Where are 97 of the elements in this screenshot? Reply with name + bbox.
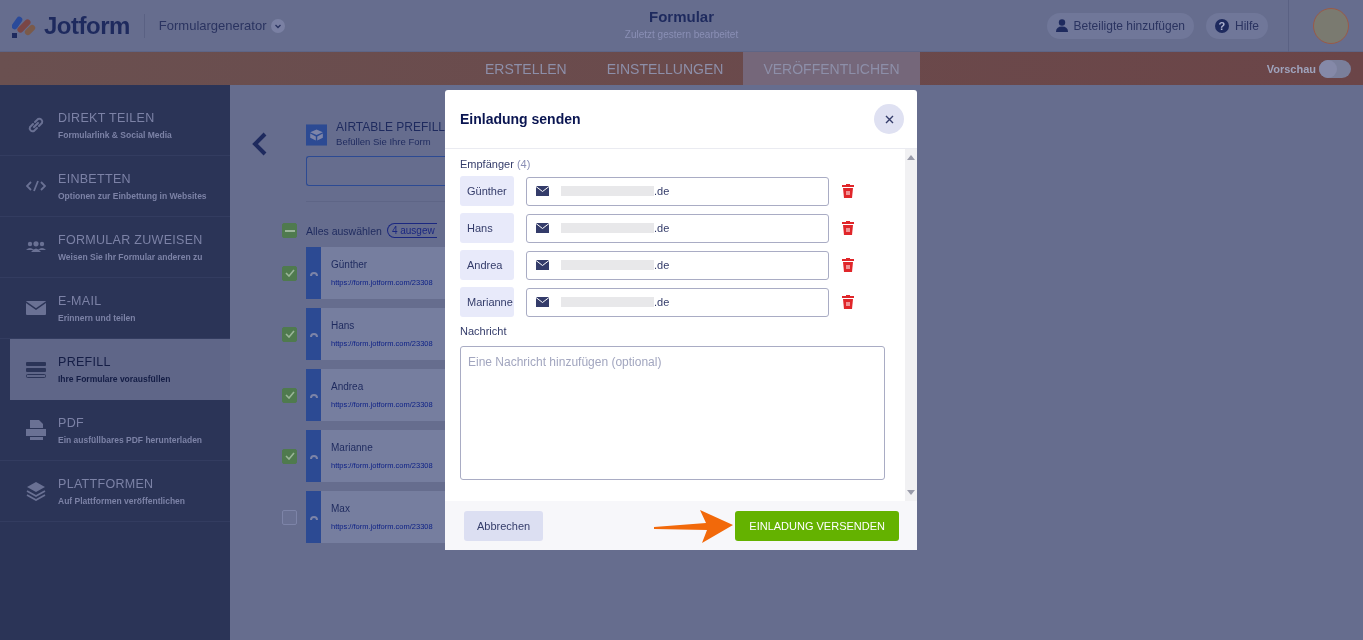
minus-icon	[284, 229, 295, 232]
recipient-name: Andrea	[460, 250, 514, 280]
trash-icon	[842, 184, 854, 198]
message-field[interactable]: Eine Nachricht hinzufügen (optional)	[460, 346, 885, 480]
recipient-name: Marianne	[460, 287, 514, 317]
preview-label: Vorschau	[1266, 62, 1316, 75]
dialog-title: Einladung senden	[460, 111, 581, 127]
sidebar-item-title: DIREKT TEILEN	[58, 110, 156, 125]
person-icon	[1055, 19, 1068, 32]
entry-name: Hans	[331, 320, 356, 331]
email-field[interactable]: .de	[526, 287, 829, 317]
chevron-down-icon	[270, 18, 285, 33]
entry-checkbox[interactable]	[282, 265, 297, 281]
entry-name: Marianne	[331, 442, 374, 453]
entry-name: Günther	[331, 259, 369, 270]
scroll-up-icon[interactable]	[907, 155, 915, 160]
sidebar-item-title: PREFILL	[58, 355, 112, 369]
preview-toggle[interactable]	[1319, 59, 1351, 78]
prefill-title: AIRTABLE PREFILL	[336, 120, 445, 134]
check-icon	[284, 330, 295, 338]
sidebar-item[interactable]: PREFILL Ihre Formulare vorausfüllen	[10, 339, 230, 400]
tab[interactable]: EINSTELLUNGEN	[586, 52, 744, 85]
entry-checkbox[interactable]	[282, 448, 297, 464]
people-icon	[26, 241, 46, 253]
add-participants-button[interactable]: Beteiligte hinzufügen	[1046, 12, 1194, 39]
envelope-icon	[536, 260, 549, 270]
message-label: Nachricht	[460, 325, 508, 337]
check-icon	[284, 269, 295, 277]
code-icon	[26, 180, 46, 192]
select-all-label: Alles auswählen	[306, 224, 382, 237]
sidebar-item[interactable]: DIREKT TEILEN Formularlink & Social Media	[0, 95, 230, 156]
input-field[interactable]	[306, 156, 445, 186]
form-lines-icon	[26, 361, 46, 378]
trash-icon	[842, 295, 854, 309]
entry-checkbox[interactable]	[282, 509, 297, 525]
avatar[interactable]	[1313, 7, 1349, 44]
sidebar-item[interactable]: PLATTFORMEN Auf Plattformen veröffentlichen	[0, 461, 230, 522]
close-button[interactable]	[874, 104, 904, 134]
gauge-icon	[308, 452, 319, 460]
sidebar-item-title: EINBETTEN	[58, 171, 132, 186]
help-icon: ?	[1215, 18, 1229, 33]
email-field[interactable]: .de	[526, 213, 829, 243]
send-invitation-button[interactable]: EINLADUNG VERSENDEN	[735, 510, 899, 541]
sidebar-item-subtitle: Formularlink & Social Media	[58, 129, 172, 140]
check-icon	[284, 391, 295, 399]
scrollbar[interactable]	[905, 149, 917, 501]
sidebar-item-subtitle: Optionen zur Einbettung in Websites	[58, 190, 207, 201]
entry-name: Max	[331, 503, 351, 514]
entry-checkbox[interactable]	[282, 387, 297, 403]
sidebar-item[interactable]: EINBETTEN Optionen zur Einbettung in Websites	[0, 156, 230, 217]
delete-button[interactable]	[842, 184, 854, 198]
entry-checkbox[interactable]	[282, 326, 297, 342]
envelope-icon	[536, 297, 549, 307]
envelope-icon	[536, 223, 549, 233]
form-title: Formular	[649, 8, 714, 25]
layers-icon	[26, 481, 46, 501]
select-all-checkbox[interactable]	[282, 223, 297, 238]
cancel-button[interactable]: Abbrechen	[464, 510, 544, 541]
entry-name: Andrea	[331, 381, 365, 392]
gauge-icon	[308, 269, 319, 277]
logo-text[interactable]: Jotform	[44, 11, 130, 40]
recipient-name: Hans	[460, 213, 514, 243]
delete-button[interactable]	[842, 258, 854, 272]
gauge-icon	[308, 330, 319, 338]
sidebar-item-subtitle: Ein ausfüllbares PDF herunterladen	[58, 434, 203, 445]
gauge-icon	[308, 513, 319, 521]
sidebar-item-subtitle: Weisen Sie Ihr Formular anderen zu	[58, 251, 203, 262]
envelope-icon	[536, 186, 549, 196]
sidebar-item-subtitle: Erinnern und teilen	[58, 312, 136, 323]
sidebar-item[interactable]: FORMULAR ZUWEISEN Weisen Sie Ihr Formular anderen zu	[0, 217, 230, 278]
sidebar-item-title: PDF	[58, 415, 85, 430]
product-dropdown[interactable]: Formulargenerator	[158, 18, 285, 33]
help-button[interactable]: ? Hilfe	[1206, 12, 1268, 39]
sidebar-item-title: E-MAIL	[58, 293, 103, 308]
sidebar-item-title: FORMULAR ZUWEISEN	[58, 232, 203, 247]
email-field[interactable]: .de	[526, 176, 829, 206]
email-field[interactable]: .de	[526, 250, 829, 280]
close-icon	[884, 114, 894, 124]
recipients-label: Empfänger (4)	[460, 158, 532, 170]
pdf-icon	[26, 420, 46, 440]
sidebar-item-title: PLATTFORMEN	[58, 476, 155, 491]
delete-button[interactable]	[842, 295, 854, 309]
trash-icon	[842, 221, 854, 235]
sidebar-item-subtitle: Ihre Formulare vorausfüllen	[58, 374, 171, 384]
trash-icon	[842, 258, 854, 272]
sidebar-item[interactable]: PDF Ein ausfüllbares PDF herunterladen	[0, 400, 230, 461]
check-icon	[284, 452, 295, 460]
sidebar-item-subtitle: Auf Plattformen veröffentlichen	[58, 495, 186, 506]
recipient-name: Günther	[460, 176, 514, 206]
tab[interactable]: ERSTELLEN	[465, 52, 587, 85]
back-chevron-icon[interactable]	[252, 132, 268, 156]
mail-icon	[26, 301, 46, 315]
gauge-icon	[308, 391, 319, 399]
prefill-subtitle: Befüllen Sie Ihre Form	[336, 136, 432, 147]
link-icon	[26, 115, 46, 135]
delete-button[interactable]	[842, 221, 854, 235]
scroll-down-icon[interactable]	[907, 490, 915, 495]
